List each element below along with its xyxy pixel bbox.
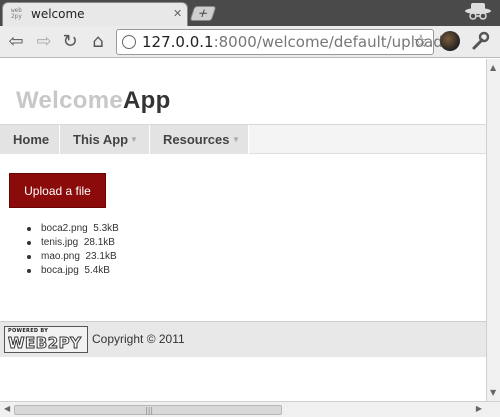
file-name[interactable]: tenis.jpg	[41, 237, 78, 248]
bookmark-star-icon[interactable]: ☆	[413, 31, 429, 52]
tab-close-icon[interactable]: ✕	[173, 7, 182, 20]
web2py-favicon-icon: web 2py	[11, 7, 22, 20]
vertical-scrollbar[interactable]: ▲ ▼	[486, 59, 500, 401]
new-tab-button[interactable]: +	[189, 6, 217, 21]
horizontal-scrollbar[interactable]: ◀ ||| ▶	[0, 401, 500, 417]
scrollbar-grip-icon: |||	[145, 406, 154, 415]
page-content: WelcomeApp Home This App ▼ Resources ▼ U…	[0, 59, 486, 401]
copyright-text: Copyright © 2011	[92, 332, 185, 346]
url-text[interactable]: 127.0.0.1:8000/welcome/default/upload	[142, 33, 443, 51]
uploaded-files-list: boca2.png 5.3kB tenis.jpg 28.1kB mao.png…	[27, 222, 119, 278]
file-name[interactable]: mao.png	[41, 251, 80, 262]
forward-arrow-icon[interactable]: ⇨	[32, 30, 56, 54]
tab-strip: web 2py welcome ✕ +	[0, 0, 500, 26]
list-item: boca2.png 5.3kB	[27, 222, 119, 236]
nav-item-this-app[interactable]: This App ▼	[60, 125, 150, 154]
file-size: 5.3kB	[93, 223, 119, 234]
nav-item-resources[interactable]: Resources ▼	[150, 125, 249, 154]
file-size: 23.1kB	[85, 251, 117, 262]
page-footer: POWERED BY WEB2PY Copyright © 2011	[0, 321, 486, 357]
tab-title: welcome	[31, 7, 85, 21]
upload-file-button[interactable]: Upload a file	[9, 173, 106, 208]
back-arrow-icon[interactable]: ⇦	[4, 30, 28, 54]
extension-icon[interactable]	[440, 31, 460, 51]
page-info-icon[interactable]	[122, 35, 136, 49]
browser-tab[interactable]: web 2py welcome ✕	[2, 2, 188, 26]
reload-icon[interactable]: ↻	[58, 30, 82, 54]
dropdown-caret-icon: ▼	[130, 135, 138, 144]
app-logo[interactable]: WelcomeApp	[16, 87, 171, 115]
file-name[interactable]: boca2.png	[41, 223, 88, 234]
home-icon[interactable]: ⌂	[86, 30, 110, 54]
dropdown-caret-icon: ▼	[232, 135, 240, 144]
incognito-icon	[460, 2, 496, 24]
scroll-right-arrow-icon[interactable]: ▶	[476, 404, 482, 413]
powered-by-web2py-badge[interactable]: POWERED BY WEB2PY	[4, 326, 88, 353]
browser-toolbar: ⇦ ⇨ ↻ ⌂ 127.0.0.1:8000/welcome/default/u…	[0, 26, 500, 58]
list-item: tenis.jpg 28.1kB	[27, 236, 119, 250]
wrench-icon[interactable]	[470, 31, 490, 51]
main-navbar: Home This App ▼ Resources ▼	[0, 124, 486, 154]
nav-item-home[interactable]: Home	[0, 125, 60, 154]
file-size: 5.4kB	[84, 265, 110, 276]
list-item: boca.jpg 5.4kB	[27, 264, 119, 278]
file-size: 28.1kB	[83, 237, 115, 248]
file-name[interactable]: boca.jpg	[41, 265, 79, 276]
list-item: mao.png 23.1kB	[27, 250, 119, 264]
scroll-left-arrow-icon[interactable]: ◀	[4, 404, 10, 413]
scroll-up-arrow-icon[interactable]: ▲	[490, 63, 496, 72]
address-bar[interactable]: 127.0.0.1:8000/welcome/default/upload ☆	[116, 29, 443, 55]
scroll-down-arrow-icon[interactable]: ▼	[490, 388, 496, 397]
